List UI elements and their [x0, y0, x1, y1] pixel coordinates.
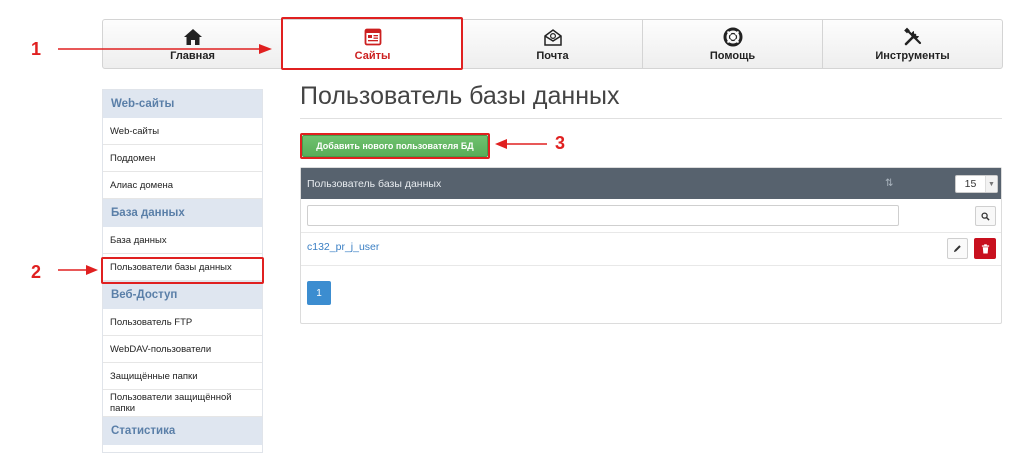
lifebuoy-icon	[723, 27, 743, 47]
sidebar-section-database: База данных	[103, 199, 262, 227]
annotation-number-3: 3	[555, 133, 566, 153]
add-db-user-button[interactable]: Добавить нового пользователя БД	[302, 135, 488, 157]
filter-row	[301, 199, 1001, 233]
annotation-number-2: 2	[31, 262, 42, 282]
tab-help-label: Помощь	[709, 49, 756, 62]
tab-tools-label: Инструменты	[875, 49, 950, 62]
delete-button[interactable]	[974, 238, 996, 259]
sidebar-item-subdomain[interactable]: Поддомен	[103, 145, 262, 172]
annotation-arrow-1	[58, 44, 272, 54]
tab-tools[interactable]: Инструменты	[823, 20, 1002, 68]
search-icon	[981, 211, 990, 221]
screen: Главная Сайты Почта Помощь Инструменты 1…	[0, 0, 1024, 453]
title-divider	[300, 118, 1002, 119]
trash-icon	[981, 243, 989, 253]
sidebar-item-protected-folder-users[interactable]: Пользователи защищённой папки	[103, 390, 262, 417]
sidebar-section-web-access: Веб-Доступ	[103, 281, 262, 309]
sidebar-item-protected-folders[interactable]: Защищённые папки	[103, 363, 262, 390]
table-row: c132_pr_j_user	[301, 233, 1001, 266]
sites-icon	[364, 27, 382, 47]
sidebar: Web-сайты Web-сайты Поддомен Алиас домен…	[102, 89, 263, 453]
mail-icon	[543, 27, 563, 47]
tab-mail[interactable]: Почта	[463, 20, 643, 68]
db-users-table: Пользователь базы данных ⇅ 15 ▼ c132_pr_…	[300, 167, 1002, 324]
tab-help[interactable]: Помощь	[643, 20, 823, 68]
sidebar-section-websites: Web-сайты	[103, 90, 262, 118]
sidebar-item-domain-alias[interactable]: Алиас домена	[103, 172, 262, 199]
tools-icon	[903, 27, 923, 47]
sidebar-item-websites[interactable]: Web-сайты	[103, 118, 262, 145]
edit-button[interactable]	[947, 238, 968, 259]
sort-icon[interactable]: ⇅	[885, 178, 893, 189]
annotation-arrow-2	[58, 265, 98, 275]
chevron-down-icon: ▼	[985, 176, 997, 192]
filter-input[interactable]	[307, 205, 899, 226]
annotation-number-1: 1	[31, 39, 42, 59]
tab-sites[interactable]: Сайты	[283, 20, 463, 68]
pencil-icon	[953, 245, 961, 253]
search-button[interactable]	[975, 206, 996, 226]
per-page-value: 15	[964, 178, 977, 190]
sidebar-item-webdav-users[interactable]: WebDAV-пользователи	[103, 336, 262, 363]
annotation-arrow-3	[495, 139, 547, 149]
pagination-page-1[interactable]: 1	[307, 281, 331, 305]
table-header: Пользователь базы данных ⇅ 15 ▼	[301, 168, 1001, 199]
per-page-select[interactable]: 15 ▼	[955, 175, 998, 193]
db-user-link[interactable]: c132_pr_j_user	[307, 241, 379, 253]
column-header-db-user[interactable]: Пользователь базы данных	[307, 178, 441, 190]
tab-sites-label: Сайты	[354, 49, 391, 62]
tab-mail-label: Почта	[536, 49, 569, 62]
sidebar-section-statistics: Статистика	[103, 417, 262, 445]
sidebar-item-database[interactable]: База данных	[103, 227, 262, 254]
sidebar-item-database-users[interactable]: Пользователи базы данных	[103, 254, 262, 281]
page-title: Пользователь базы данных	[300, 82, 620, 110]
sidebar-item-ftp-user[interactable]: Пользователь FTP	[103, 309, 262, 336]
